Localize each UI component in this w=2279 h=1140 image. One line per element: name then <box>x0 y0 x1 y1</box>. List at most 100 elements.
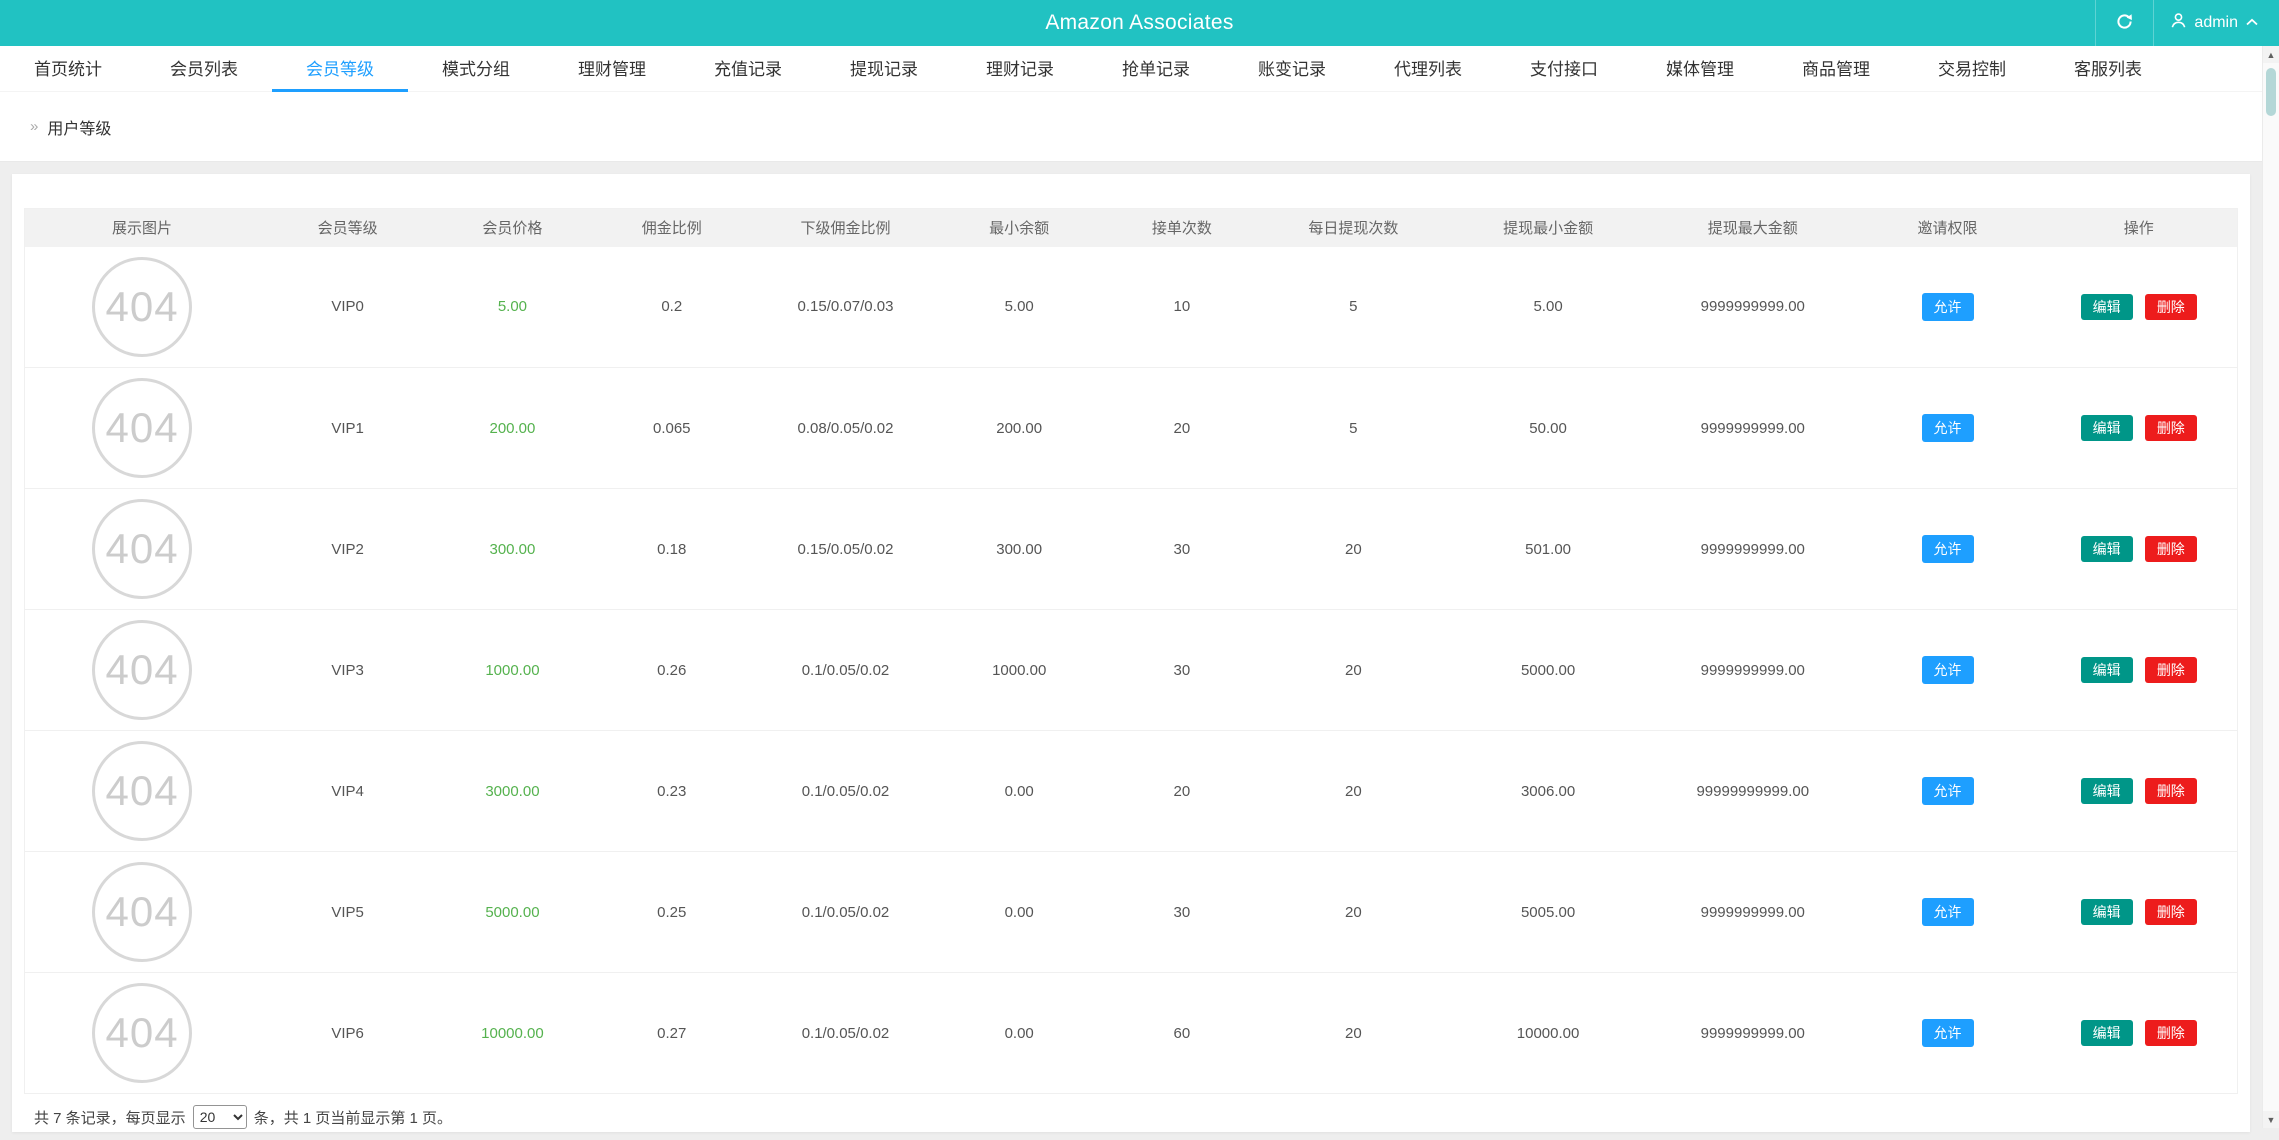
tab-2[interactable]: 会员等级 <box>272 46 408 92</box>
image-404-placeholder: 404 <box>92 378 192 478</box>
column-header: 佣金比例 <box>589 209 755 247</box>
tab-12[interactable]: 媒体管理 <box>1632 46 1768 92</box>
cell-daily-withdrawals: 20 <box>1262 973 1446 1094</box>
cell-min-withdrawal: 50.00 <box>1445 368 1651 489</box>
cell-image: 404 <box>25 731 260 852</box>
delete-button[interactable]: 删除 <box>2145 1020 2197 1046</box>
cell-min-balance: 300.00 <box>936 489 1102 610</box>
cell-daily-withdrawals: 5 <box>1262 368 1446 489</box>
pagination-text-after: 条，共 1 页当前显示第 1 页。 <box>254 1107 452 1128</box>
cell-invite: 允许 <box>1855 731 2041 852</box>
refresh-icon <box>2115 12 2134 34</box>
delete-button[interactable]: 删除 <box>2145 415 2197 441</box>
cell-price: 3000.00 <box>436 731 589 852</box>
cell-max-withdrawal: 9999999999.00 <box>1651 610 1855 731</box>
cell-daily-withdrawals: 20 <box>1262 852 1446 973</box>
tab-5[interactable]: 充值记录 <box>680 46 816 92</box>
user-name: admin <box>2194 14 2238 32</box>
tab-7[interactable]: 理财记录 <box>952 46 1088 92</box>
tab-9[interactable]: 账变记录 <box>1224 46 1360 92</box>
tab-1[interactable]: 会员列表 <box>136 46 272 92</box>
tab-11[interactable]: 支付接口 <box>1496 46 1632 92</box>
invite-allow-button[interactable]: 允许 <box>1922 777 1974 805</box>
cell-sub-commission: 0.15/0.05/0.02 <box>755 489 936 610</box>
scroll-thumb[interactable] <box>2266 68 2276 116</box>
invite-allow-button[interactable]: 允许 <box>1922 293 1974 321</box>
scroll-down-arrow[interactable]: ▼ <box>2263 1111 2279 1128</box>
column-header: 每日提现次数 <box>1262 209 1446 247</box>
cell-actions: 编辑 删除 <box>2040 973 2237 1094</box>
cell-price: 10000.00 <box>436 973 589 1094</box>
refresh-button[interactable] <box>2096 0 2153 46</box>
page-size-select[interactable]: 20 <box>193 1105 247 1129</box>
delete-button[interactable]: 删除 <box>2145 294 2197 320</box>
tab-14[interactable]: 交易控制 <box>1904 46 2040 92</box>
invite-allow-button[interactable]: 允许 <box>1922 414 1974 442</box>
tab-0[interactable]: 首页统计 <box>0 46 136 92</box>
edit-button[interactable]: 编辑 <box>2081 1020 2133 1046</box>
tab-10[interactable]: 代理列表 <box>1360 46 1496 92</box>
cell-commission: 0.26 <box>589 610 755 731</box>
tab-6[interactable]: 提现记录 <box>816 46 952 92</box>
edit-button[interactable]: 编辑 <box>2081 657 2133 683</box>
cell-max-withdrawal: 9999999999.00 <box>1651 973 1855 1094</box>
invite-allow-button[interactable]: 允许 <box>1922 656 1974 684</box>
cell-max-withdrawal: 9999999999.00 <box>1651 368 1855 489</box>
column-header: 操作 <box>2040 209 2237 247</box>
cell-image: 404 <box>25 489 260 610</box>
cell-orders: 20 <box>1102 368 1261 489</box>
cell-orders: 30 <box>1102 852 1261 973</box>
user-icon <box>2170 12 2187 34</box>
invite-allow-button[interactable]: 允许 <box>1922 535 1974 563</box>
cell-orders: 30 <box>1102 610 1261 731</box>
tab-13[interactable]: 商品管理 <box>1768 46 1904 92</box>
cell-min-balance: 0.00 <box>936 731 1102 852</box>
column-header: 最小余额 <box>936 209 1102 247</box>
cell-image: 404 <box>25 610 260 731</box>
delete-button[interactable]: 删除 <box>2145 899 2197 925</box>
delete-button[interactable]: 删除 <box>2145 778 2197 804</box>
tab-8[interactable]: 抢单记录 <box>1088 46 1224 92</box>
cell-daily-withdrawals: 20 <box>1262 489 1446 610</box>
cell-invite: 允许 <box>1855 973 2041 1094</box>
table-row: 404 VIP2 300.00 0.18 0.15/0.05/0.02 300.… <box>25 489 2238 610</box>
cell-commission: 0.18 <box>589 489 755 610</box>
cell-min-withdrawal: 3006.00 <box>1445 731 1651 852</box>
edit-button[interactable]: 编辑 <box>2081 778 2133 804</box>
tab-3[interactable]: 模式分组 <box>408 46 544 92</box>
edit-button[interactable]: 编辑 <box>2081 415 2133 441</box>
edit-button[interactable]: 编辑 <box>2081 294 2133 320</box>
cell-level: VIP6 <box>259 973 436 1094</box>
cell-level: VIP2 <box>259 489 436 610</box>
scroll-up-arrow[interactable]: ▲ <box>2263 46 2279 63</box>
image-404-placeholder: 404 <box>92 983 192 1083</box>
invite-allow-button[interactable]: 允许 <box>1922 898 1974 926</box>
column-header: 会员等级 <box>259 209 436 247</box>
chevron-up-icon <box>2245 14 2259 32</box>
cell-min-balance: 0.00 <box>936 852 1102 973</box>
edit-button[interactable]: 编辑 <box>2081 536 2133 562</box>
tab-15[interactable]: 客服列表 <box>2040 46 2176 92</box>
cell-level: VIP3 <box>259 610 436 731</box>
cell-level: VIP5 <box>259 852 436 973</box>
cell-price: 1000.00 <box>436 610 589 731</box>
delete-button[interactable]: 删除 <box>2145 657 2197 683</box>
delete-button[interactable]: 删除 <box>2145 536 2197 562</box>
user-menu[interactable]: admin <box>2154 0 2279 46</box>
cell-commission: 0.2 <box>589 247 755 368</box>
invite-allow-button[interactable]: 允许 <box>1922 1019 1974 1047</box>
edit-button[interactable]: 编辑 <box>2081 899 2133 925</box>
app-header: Amazon Associates ad <box>0 0 2279 46</box>
vertical-scrollbar[interactable]: ▲ ▼ <box>2262 46 2279 1128</box>
cell-price: 5000.00 <box>436 852 589 973</box>
table-row: 404 VIP0 5.00 0.2 0.15/0.07/0.03 5.00 10… <box>25 247 2238 368</box>
cell-sub-commission: 0.08/0.05/0.02 <box>755 368 936 489</box>
cell-min-balance: 1000.00 <box>936 610 1102 731</box>
tab-4[interactable]: 理财管理 <box>544 46 680 92</box>
cell-min-withdrawal: 10000.00 <box>1445 973 1651 1094</box>
cell-actions: 编辑 删除 <box>2040 852 2237 973</box>
cell-invite: 允许 <box>1855 368 2041 489</box>
cell-invite: 允许 <box>1855 852 2041 973</box>
cell-orders: 30 <box>1102 489 1261 610</box>
cell-commission: 0.23 <box>589 731 755 852</box>
